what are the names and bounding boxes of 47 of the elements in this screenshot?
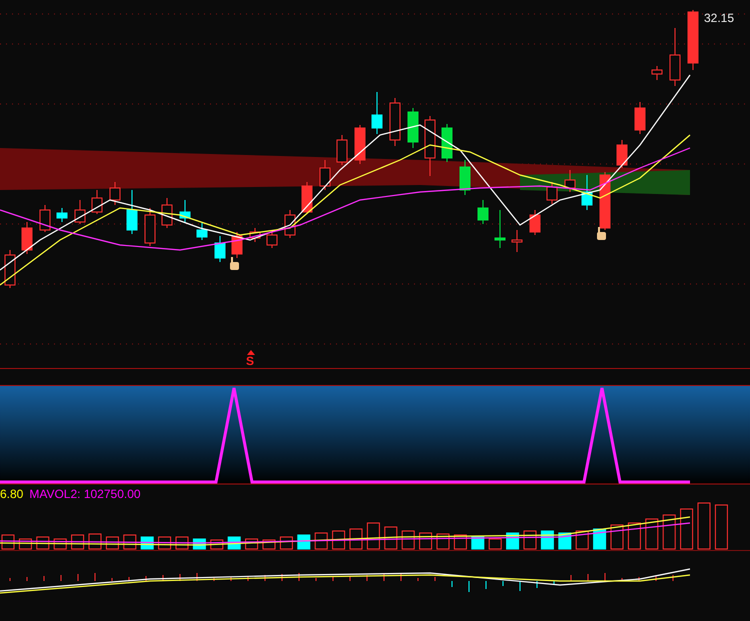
candlestick — [652, 66, 662, 80]
candlestick — [390, 98, 400, 146]
candlestick — [110, 182, 120, 206]
signal-marker: S — [246, 355, 254, 367]
candlestick — [320, 160, 330, 190]
candlestick — [582, 174, 592, 210]
candlestick — [564, 170, 576, 192]
candlestick — [512, 230, 522, 252]
candlestick — [530, 210, 540, 236]
candlestick — [144, 208, 156, 246]
candlestick — [302, 182, 312, 214]
last-price-label: 32.15 — [704, 11, 734, 25]
candlestick — [266, 230, 278, 248]
candlestick — [354, 124, 366, 164]
candlestick — [250, 228, 260, 242]
candlestick — [162, 198, 172, 228]
candlestick — [372, 92, 382, 134]
candlestick — [424, 116, 436, 176]
candlestick — [92, 190, 102, 214]
candlestick — [214, 236, 226, 262]
candlestick — [56, 208, 68, 222]
candlestick — [546, 182, 558, 204]
candlestick — [196, 222, 208, 240]
candlestick — [688, 10, 698, 70]
hand-icon — [597, 227, 606, 240]
candlestick — [336, 134, 348, 166]
hand-icon — [230, 257, 239, 270]
candlestick — [40, 204, 50, 232]
volume-legend-value: 6.80 — [0, 487, 24, 501]
candlestick — [634, 102, 646, 134]
candlestick — [670, 28, 680, 86]
up-arrow-icon — [247, 350, 255, 355]
candlestick — [232, 232, 242, 258]
candlestick — [74, 200, 86, 224]
candlestick — [408, 108, 418, 148]
candlestick — [600, 172, 610, 230]
candlestick — [460, 160, 470, 196]
candlestick — [4, 250, 16, 288]
candlestick — [180, 200, 190, 222]
candlestick — [442, 124, 452, 162]
volume-legend-value: MAVOL2: 102750.00 — [29, 487, 141, 501]
candlestick — [126, 190, 138, 234]
candlestick — [284, 210, 296, 238]
candlestick — [478, 200, 488, 224]
candlestick — [616, 140, 628, 168]
candlestick — [22, 222, 32, 254]
candlestick — [494, 210, 506, 248]
